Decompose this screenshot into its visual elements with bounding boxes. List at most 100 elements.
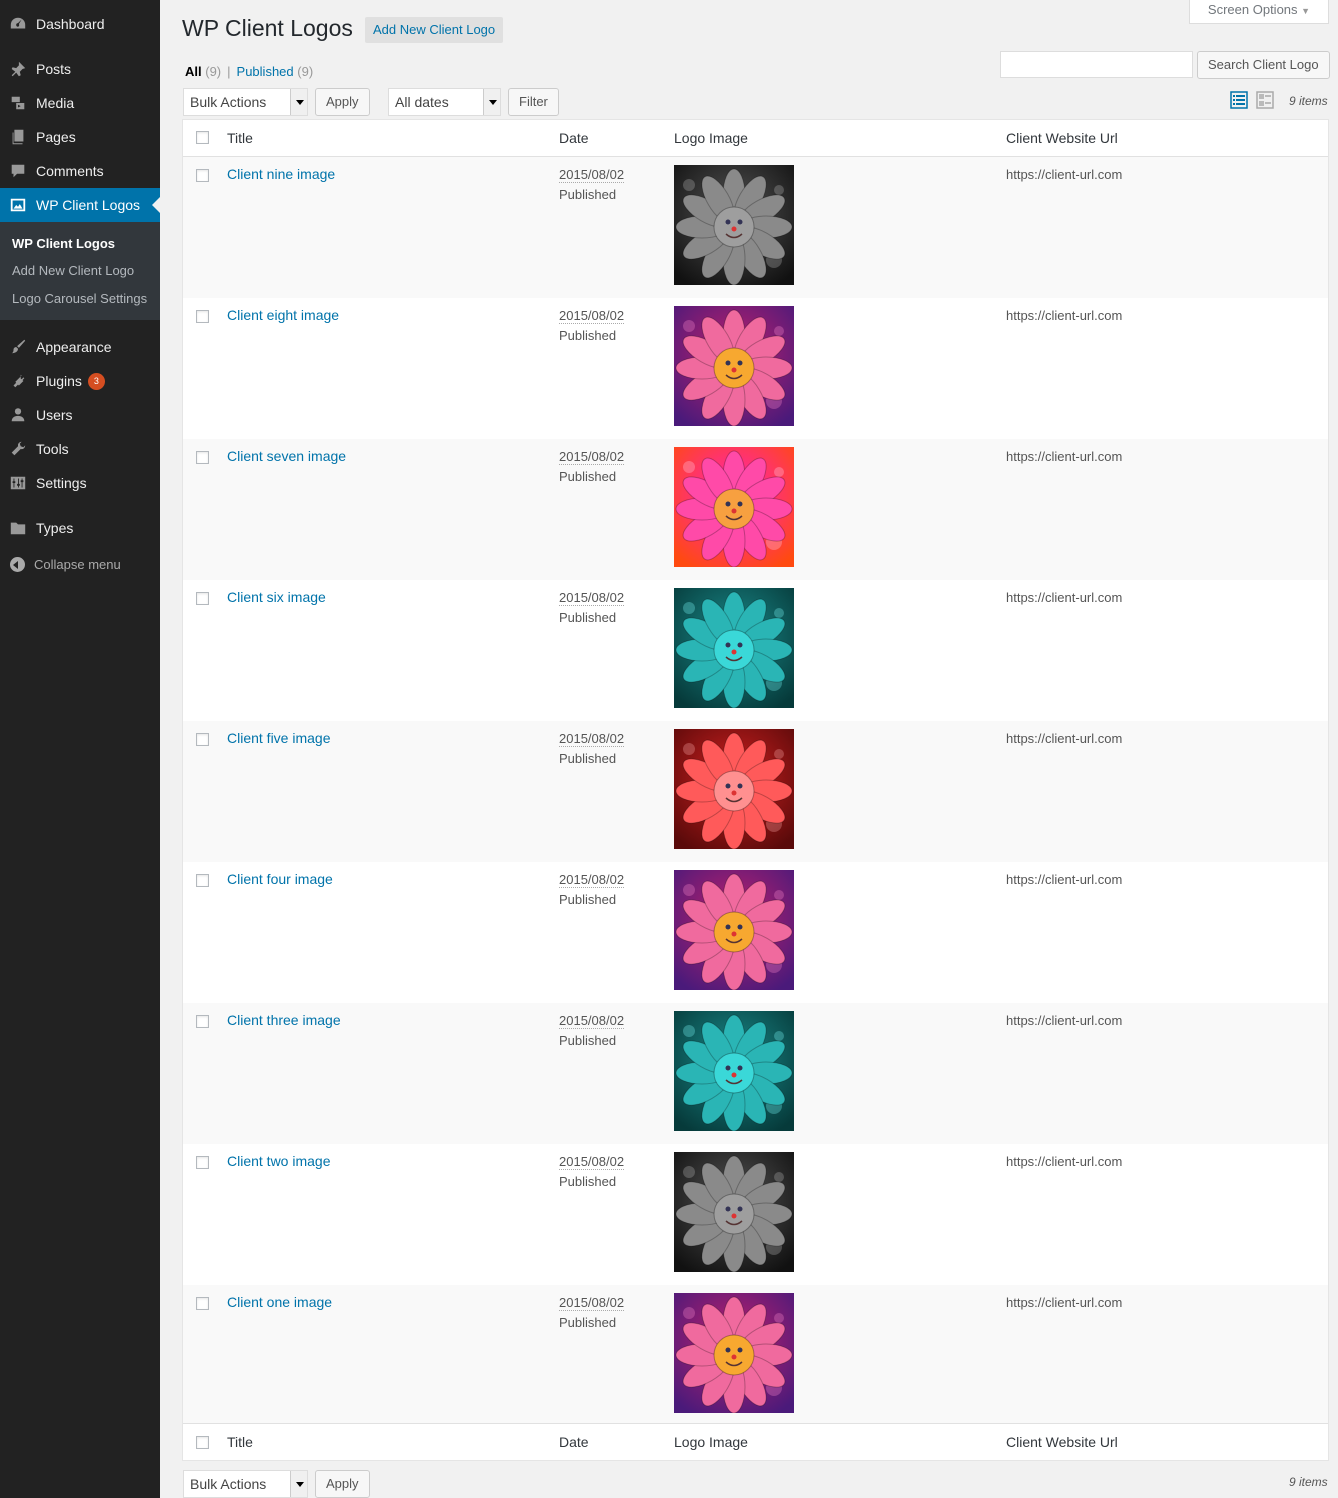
menu-posts[interactable]: Posts [0,52,160,86]
row-logo-thumbnail[interactable] [674,306,794,426]
table-row: Client four image 2015/08/02 Published http… [183,862,1328,1003]
plugins-update-badge: 3 [87,372,105,390]
menu-media[interactable]: Media [0,86,160,120]
row-checkbox[interactable] [196,592,209,605]
search-input[interactable] [1000,51,1193,78]
table-row: Client three image 2015/08/02 Published htt… [183,1003,1328,1144]
row-checkbox[interactable] [196,733,209,746]
collapse-arrow-icon [0,556,34,572]
select-all-checkbox[interactable] [196,131,209,144]
table-row: Client two image 2015/08/02 Published https… [183,1144,1328,1285]
row-logo-thumbnail[interactable] [674,1293,794,1413]
row-checkbox[interactable] [196,1297,209,1310]
wrench-icon [0,440,36,458]
user-icon [0,406,36,424]
filter-separator: | [227,64,231,79]
row-checkbox[interactable] [196,451,209,464]
row-title-link[interactable]: Client seven image [227,448,346,464]
bulk-actions-select-bottom[interactable]: Bulk Actions [183,1470,308,1498]
menu-appearance[interactable]: Appearance [0,330,160,364]
row-client-url: https://client-url.com [1006,731,1123,746]
row-title-link[interactable]: Client four image [227,871,333,887]
row-client-url: https://client-url.com [1006,1154,1123,1169]
menu-dashboard[interactable]: Dashboard [0,7,160,41]
comment-icon [0,162,36,180]
filter-button[interactable]: Filter [508,88,559,116]
submenu-carousel-settings[interactable]: Logo Carousel Settings [12,291,147,306]
date-filter-select[interactable]: All dates [388,88,501,116]
row-title-link[interactable]: Client eight image [227,307,339,323]
submenu-add-new[interactable]: Add New Client Logo [12,263,134,278]
plug-icon [0,372,36,390]
menu-label: Settings [36,475,87,491]
column-title[interactable]: Title [227,130,253,146]
filter-published-link[interactable]: Published (9) [237,64,314,79]
menu-users[interactable]: Users [0,398,160,432]
menu-pages[interactable]: Pages [0,120,160,154]
row-logo-thumbnail[interactable] [674,1011,794,1131]
row-title-link[interactable]: Client nine image [227,166,335,182]
table-row: Client eight image 2015/08/02 Published htt… [183,298,1328,439]
row-logo-thumbnail[interactable] [674,447,794,567]
screen-options-toggle[interactable]: Screen Options ▼ [1189,0,1329,24]
row-checkbox[interactable] [196,1015,209,1028]
page-title: WP Client Logos [182,15,353,41]
apply-button[interactable]: Apply [315,88,370,116]
row-title-link[interactable]: Client two image [227,1153,331,1169]
menu-plugins[interactable]: Plugins 3 [0,364,160,398]
menu-label: WP Client Logos [36,197,141,213]
column-date[interactable]: Date [559,130,589,146]
filter-all-link[interactable]: All (9) [185,64,221,79]
items-count-bottom: 9 items [1289,1475,1328,1489]
table-header: Title Date Logo Image Client Website Url [183,120,1328,157]
add-new-client-logo-button[interactable]: Add New Client Logo [365,17,504,43]
row-logo-thumbnail[interactable] [674,1152,794,1272]
row-status: Published [559,1033,617,1048]
column-date[interactable]: Date [559,1434,589,1450]
column-logo-image: Logo Image [674,1434,748,1450]
excerpt-view-icon[interactable] [1256,91,1274,109]
menu-tools[interactable]: Tools [0,432,160,466]
row-status: Published [559,610,617,625]
screen-options-label: Screen Options [1207,2,1298,17]
row-client-url: https://client-url.com [1006,872,1123,887]
status-filter-links: All (9) | Published (9) [185,64,313,79]
row-client-url: https://client-url.com [1006,1013,1123,1028]
row-checkbox[interactable] [196,169,209,182]
brush-icon [0,338,36,356]
row-logo-thumbnail[interactable] [674,588,794,708]
row-title-link[interactable]: Client three image [227,1012,341,1028]
collapse-menu-button[interactable]: Collapse menu [0,550,121,578]
list-view-icon[interactable] [1230,91,1248,109]
row-logo-thumbnail[interactable] [674,870,794,990]
menu-settings[interactable]: Settings [0,466,160,500]
row-date: 2015/08/02 [559,872,625,888]
pages-icon [0,128,36,146]
row-title-link[interactable]: Client six image [227,589,326,605]
menu-comments[interactable]: Comments [0,154,160,188]
select-all-checkbox[interactable] [196,1436,209,1449]
row-client-url: https://client-url.com [1006,449,1123,464]
column-title[interactable]: Title [227,1434,253,1450]
row-date: 2015/08/02 [559,449,625,465]
menu-wp-client-logos[interactable]: WP Client Logos [0,188,160,222]
row-checkbox[interactable] [196,1156,209,1169]
row-checkbox[interactable] [196,874,209,887]
row-title-link[interactable]: Client one image [227,1294,332,1310]
row-logo-thumbnail[interactable] [674,165,794,285]
search-client-logo-button[interactable]: Search Client Logo [1197,51,1330,79]
row-checkbox[interactable] [196,310,209,323]
row-date: 2015/08/02 [559,167,625,183]
row-client-url: https://client-url.com [1006,590,1123,605]
row-client-url: https://client-url.com [1006,1295,1123,1310]
menu-label: Media [36,95,75,111]
bulk-actions-select[interactable]: Bulk Actions [183,88,308,116]
row-title-link[interactable]: Client five image [227,730,331,746]
submenu-all-logos[interactable]: WP Client Logos [12,236,115,251]
row-status: Published [559,751,617,766]
menu-label: Posts [36,61,72,77]
row-date: 2015/08/02 [559,731,625,747]
apply-button-bottom[interactable]: Apply [315,1470,370,1498]
menu-types[interactable]: Types [0,511,160,545]
row-logo-thumbnail[interactable] [674,729,794,849]
